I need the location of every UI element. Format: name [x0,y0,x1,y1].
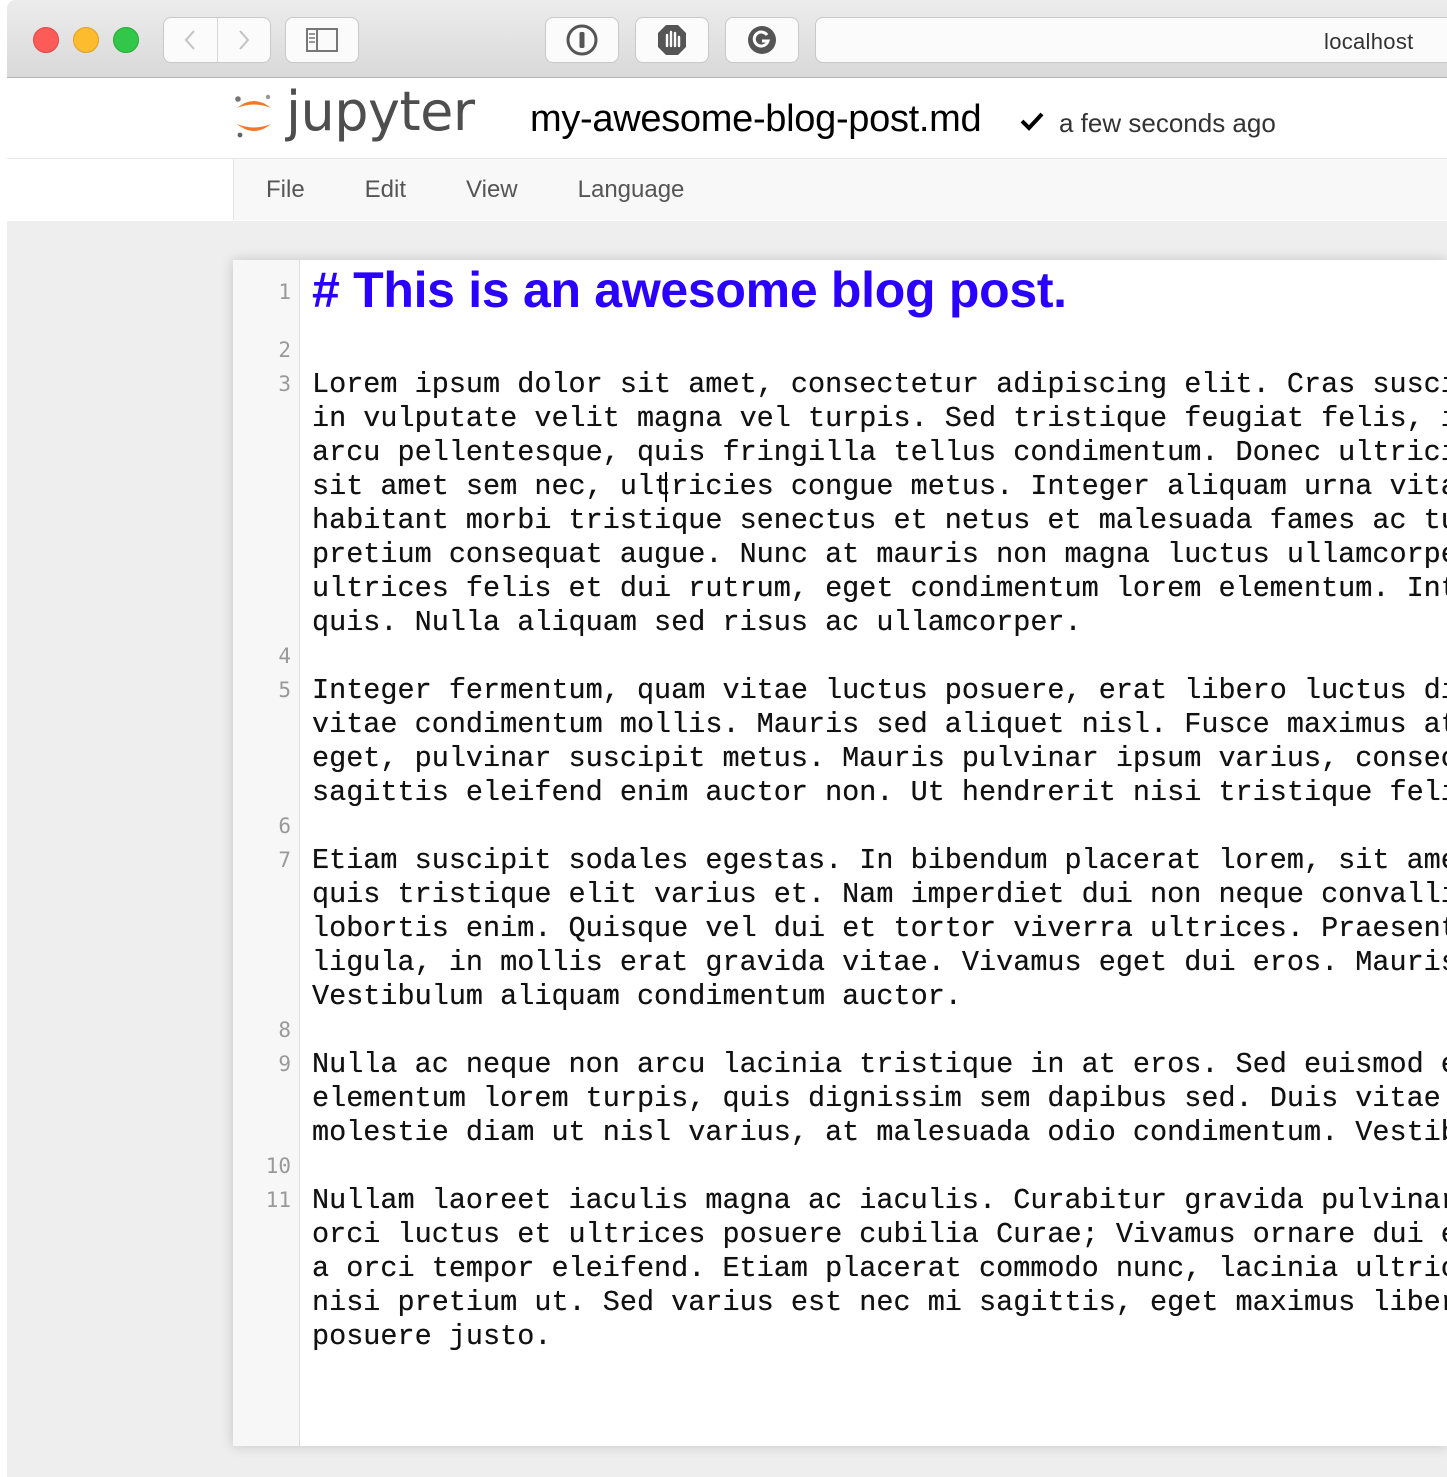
paragraph-text-row: vitae condimentum mollis. Mauris sed ali… [312,708,1447,741]
ad-block-extension-button[interactable] [635,17,709,63]
paragraph-text-row: Integer fermentum, quam vitae luctus pos… [312,674,1447,707]
jupyter-header: jupyter my-awesome-blog-post.md a few se… [7,78,1447,159]
menu-view[interactable]: View [466,176,518,204]
paragraph-text-row: a orci tempor eleifend. Etiam placerat c… [312,1252,1447,1285]
markdown-heading: # This is an awesome blog post. [312,262,1067,318]
menubar: File Edit View Language [7,159,1447,220]
forward-button[interactable] [216,18,271,62]
line-number: 8 [278,1018,291,1042]
jupyter-logo-icon [235,94,271,137]
password-manager-icon [566,24,598,56]
paragraph-text-row: quis. Nulla aliquam sed risus ac ullamco… [312,606,1082,639]
menu-language[interactable]: Language [578,176,685,204]
line-number: 5 [278,678,291,702]
paragraph-text-row: sit amet sem nec, ultricies congue metus… [312,470,1447,503]
paragraph-text-row: orci luctus et ultrices posuere cubilia … [312,1218,1447,1251]
paragraph-text-row: nisi pretium ut. Sed varius est nec mi s… [312,1286,1447,1319]
line-number: 1 [278,280,291,304]
url-text: localhost [1324,29,1414,54]
close-window-button[interactable] [33,27,59,53]
paragraph-text-row: posuere justo. [312,1320,552,1353]
paragraph-text-row: in vulputate velit magna vel turpis. Sed… [312,402,1447,435]
jupyter-logo-text: jupyter [286,80,475,143]
line-number: 9 [278,1052,291,1076]
paragraph-text-row: pretium consequat augue. Nunc at mauris … [312,538,1447,571]
paragraph-text-row: Nulla ac neque non arcu lacinia tristiqu… [312,1048,1447,1081]
sidebar-icon [306,28,338,52]
paragraph-text-row: quis tristique elit varius et. Nam imper… [312,878,1447,911]
jupyter-logo[interactable]: jupyter [232,80,475,143]
text-editor[interactable]: 1 # This is an awesome blog post. 2 3 Lorem … [233,260,1447,1446]
chevron-left-icon [184,30,195,50]
grammarly-extension-button[interactable] [725,17,799,63]
paragraph-text-row: Etiam suscipit sodales egestas. In biben… [312,844,1447,877]
password-manager-extension-button[interactable] [545,17,619,63]
line-number: 3 [278,372,291,396]
checkmark-icon [1020,112,1044,131]
zoom-window-button[interactable] [113,27,139,53]
main-area: 1 # This is an awesome blog post. 2 3 Lorem … [7,221,1447,1477]
show-sidebar-button[interactable] [285,17,359,63]
paragraph-text-row: ligula, in mollis erat gravida vitae. Vi… [312,946,1447,979]
browser-toolbar: localhost [7,0,1447,78]
paragraph-text-row: Nullam laoreet iaculis magna ac iaculis.… [312,1184,1447,1217]
line-number: 6 [278,814,291,838]
address-bar[interactable]: localhost [815,17,1447,63]
menu-file[interactable]: File [266,176,305,204]
text-cursor [665,472,667,502]
paragraph-text-row: habitant morbi tristique senectus et net… [312,504,1447,537]
line-number: 10 [265,1154,291,1178]
menu-edit[interactable]: Edit [365,176,406,204]
paragraph-text-row: lobortis enim. Quisque vel dui et tortor… [312,912,1447,945]
line-number: 2 [278,338,291,362]
paragraph-text-row: Vestibulum aliquam condimentum auctor. [312,980,962,1013]
paragraph-text-row: molestie diam ut nisl varius, at malesua… [312,1116,1447,1149]
file-name[interactable]: my-awesome-blog-post.md [530,98,982,141]
grammarly-icon [748,26,776,54]
save-status: a few seconds ago [1059,108,1276,138]
paragraph-text-row: eget, pulvinar suscipit metus. Mauris pu… [312,742,1447,775]
line-number: 7 [278,848,291,872]
paragraph-text-row: elementum lorem turpis, quis dignissim s… [312,1082,1447,1115]
back-button[interactable] [164,18,217,62]
line-number: 4 [278,644,291,668]
paragraph-text-row: sagittis eleifend enim auctor non. Ut he… [312,776,1447,809]
navigation-buttons [163,17,271,63]
line-number: 11 [265,1188,291,1212]
chevron-right-icon [239,30,250,50]
paragraph-text-row: arcu pellentesque, quis fringilla tellus… [312,436,1447,469]
ad-block-icon [658,25,686,55]
paragraph-text-row: ultrices felis et dui rutrum, eget condi… [312,572,1447,605]
minimize-window-button[interactable] [73,27,99,53]
paragraph-text-row: Lorem ipsum dolor sit amet, consectetur … [312,368,1447,401]
